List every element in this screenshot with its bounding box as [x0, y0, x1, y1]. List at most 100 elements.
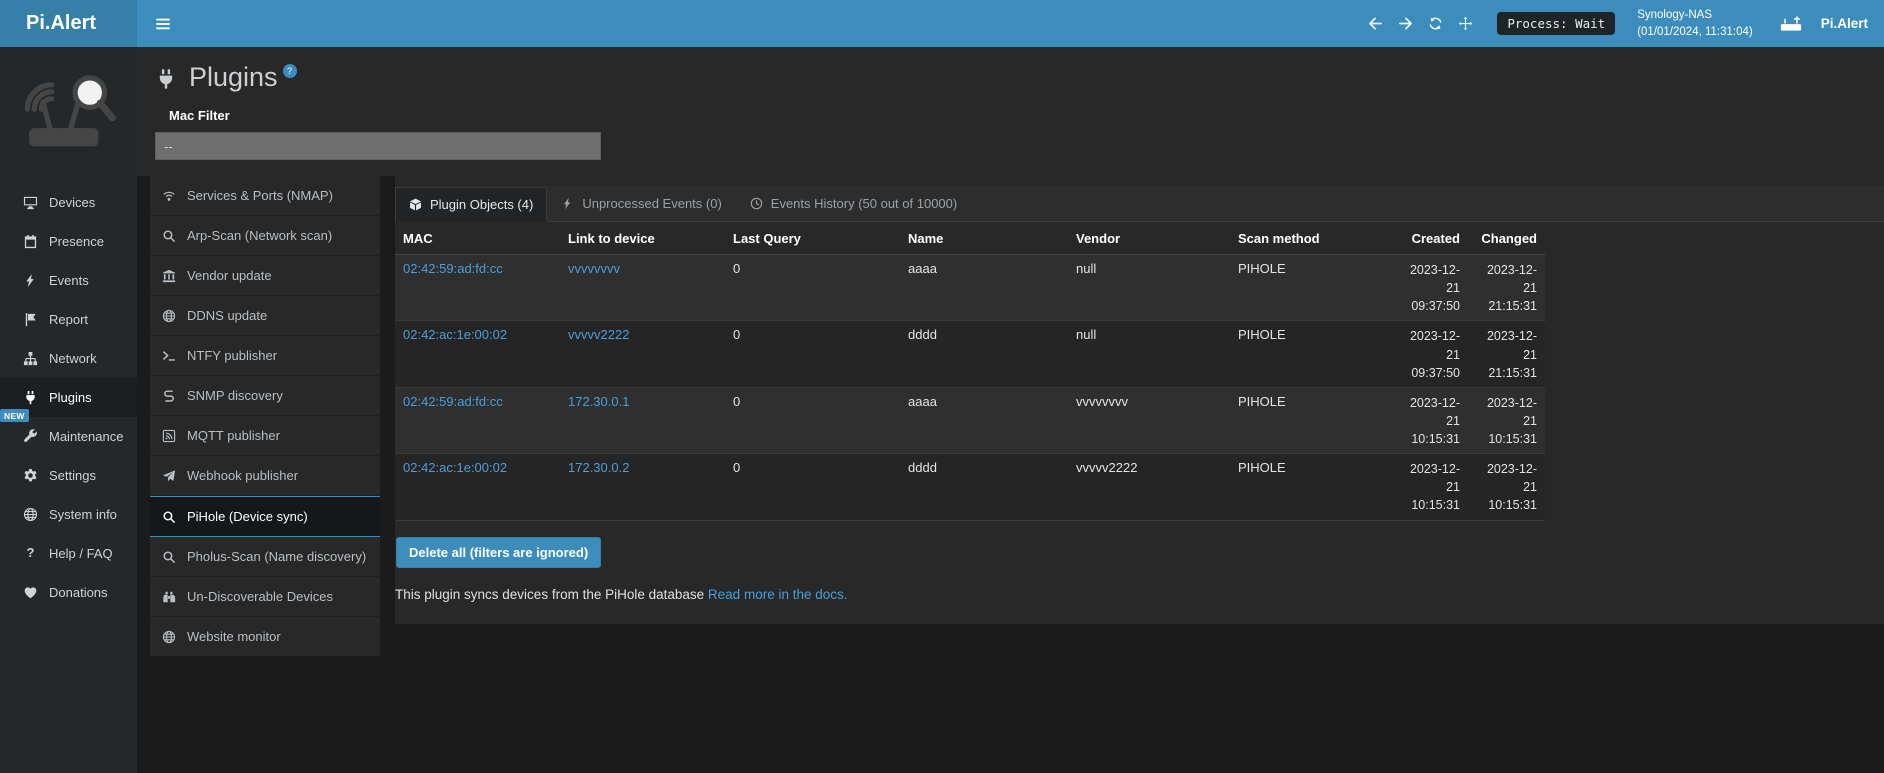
page-head: Plugins ? Mac Filter [137, 47, 1884, 176]
plugin-menu-item-label: Un-Discoverable Devices [187, 589, 333, 604]
changed-cell: 2023-12-21 21:15:31 [1468, 321, 1545, 387]
plugin-menu-item-label: MQTT publisher [187, 428, 280, 443]
globe-icon [162, 630, 176, 644]
sidebar-item-label: Help / FAQ [49, 546, 113, 561]
plugin-menu-item[interactable]: Pholus-Scan (Name discovery) [150, 537, 380, 577]
plugin-menu-item[interactable]: PiHole (Device sync) [150, 496, 380, 537]
name-cell: dddd [900, 321, 1068, 387]
sidebar-item[interactable]: Report [0, 300, 137, 339]
scan-method-cell: PIHOLE [1230, 321, 1391, 387]
router-icon [1779, 14, 1803, 33]
top-header: Pi.Alert Process: Wait Synology-NAS (01/… [0, 0, 1884, 47]
device-link[interactable]: 172.30.0.2 [568, 460, 629, 475]
question-icon: ? [23, 546, 38, 561]
brand-name: Pi.Alert [1821, 16, 1868, 31]
plugin-menu-item[interactable]: DDNS update [150, 296, 380, 336]
plugin-menu-item[interactable]: Arp-Scan (Network scan) [150, 216, 380, 256]
sidebar-item[interactable]: Devices [0, 183, 137, 222]
sidebar-menu: Devices Presence Events Report [0, 183, 137, 612]
plugin-menu-item[interactable]: Un-Discoverable Devices [150, 577, 380, 617]
scan-method-cell: PIHOLE [1230, 387, 1391, 453]
sidebar-item-label: Events [49, 273, 89, 288]
search-icon [162, 229, 176, 243]
search-icon [162, 510, 176, 524]
arrow-left-icon[interactable] [1368, 16, 1383, 31]
tab[interactable]: Plugin Objects (4) [395, 187, 547, 222]
radar-icon [162, 189, 176, 203]
plugin-menu-item[interactable]: SNMP discovery [150, 376, 380, 416]
sidebar-item-label: Settings [49, 468, 96, 483]
tab-label: Events History (50 out of 10000) [771, 196, 957, 211]
device-link[interactable]: 172.30.0.1 [568, 394, 629, 409]
plugin-menu-item[interactable]: Vendor update [150, 256, 380, 296]
mac-filter-label: Mac Filter [169, 108, 1864, 123]
mac-link[interactable]: 02:42:ac:1e:00:02 [403, 460, 507, 475]
plugin-detail-panel: Plugin Objects (4) Unprocessed Events (0… [395, 176, 1884, 624]
plugin-menu-item-label: PiHole (Device sync) [187, 509, 308, 524]
plugin-menu-item[interactable]: Services & Ports (NMAP) [150, 176, 380, 216]
docs-link[interactable]: Read more in the docs. [708, 587, 848, 602]
device-link[interactable]: vvvvvvvv [568, 261, 620, 276]
navbar-right: Process: Wait Synology-NAS (01/01/2024, … [1368, 7, 1884, 40]
globe-icon [162, 309, 176, 323]
mac-link[interactable]: 02:42:59:ad:fd:cc [403, 261, 503, 276]
sidebar-item[interactable]: System info [0, 495, 137, 534]
nas-timestamp: (01/01/2024, 11:31:04) [1637, 24, 1753, 41]
changed-cell: 2023-12-21 10:15:31 [1468, 387, 1545, 453]
plugin-menu-item-label: Website monitor [187, 629, 281, 644]
plugin-menu-item[interactable]: Webhook publisher [150, 456, 380, 496]
column-header-last-query: Last Query [725, 222, 900, 255]
vendor-cell: vvvvv2222 [1068, 454, 1230, 520]
device-link[interactable]: vvvvv2222 [568, 327, 629, 342]
navbar: Process: Wait Synology-NAS (01/01/2024, … [137, 0, 1884, 47]
created-cell: 2023-12-21 09:37:50 [1391, 255, 1468, 321]
sidebar-item[interactable]: Events [0, 261, 137, 300]
column-header-scan-method: Scan method [1230, 222, 1391, 255]
mac-link[interactable]: 02:42:59:ad:fd:cc [403, 394, 503, 409]
sidebar-item[interactable]: Network [0, 339, 137, 378]
main-content: Plugins ? Mac Filter Services & Ports (N… [137, 47, 1884, 773]
sidebar-item[interactable]: Maintenance NEW [0, 417, 137, 456]
binoculars-icon [162, 590, 176, 604]
vendor-cell: null [1068, 321, 1230, 387]
name-cell: aaaa [900, 387, 1068, 453]
plugin-menu-item-label: Vendor update [187, 268, 272, 283]
plugin-description: This plugin syncs devices from the PiHol… [395, 587, 1884, 602]
tab[interactable]: Unprocessed Events (0) [547, 186, 735, 221]
changed-cell: 2023-12-21 21:15:31 [1468, 255, 1545, 321]
mac-filter-input[interactable] [155, 132, 601, 160]
menu-icon[interactable] [154, 15, 172, 33]
created-cell: 2023-12-21 10:15:31 [1391, 387, 1468, 453]
help-badge[interactable]: ? [283, 64, 297, 78]
table-row: 02:42:ac:1e:00:02 vvvvv2222 0 dddd null … [395, 321, 1545, 387]
tab-bar: Plugin Objects (4) Unprocessed Events (0… [395, 186, 1884, 222]
arrow-right-icon[interactable] [1398, 16, 1413, 31]
nas-info: Synology-NAS (01/01/2024, 11:31:04) [1637, 7, 1753, 40]
plugin-menu-item[interactable]: MQTT publisher [150, 416, 380, 456]
delete-all-button[interactable]: Delete all (filters are ignored) [396, 537, 601, 568]
refresh-icon[interactable] [1428, 16, 1443, 31]
sidebar-item[interactable]: Presence [0, 222, 137, 261]
terminal-icon [162, 349, 176, 363]
page-title: Plugins ? [155, 62, 1864, 93]
vendor-cell: null [1068, 255, 1230, 321]
sidebar-item[interactable]: Settings [0, 456, 137, 495]
bolt-icon [561, 197, 574, 210]
scan-method-cell: PIHOLE [1230, 454, 1391, 520]
move-icon[interactable] [1458, 16, 1473, 31]
app-logo[interactable]: Pi.Alert [0, 0, 137, 47]
column-header-changed: Changed [1468, 222, 1545, 255]
content-columns: Services & Ports (NMAP) Arp-Scan (Networ… [137, 176, 1884, 657]
sidebar-item[interactable]: ? Help / FAQ [0, 534, 137, 573]
plugin-menu-item[interactable]: NTFY publisher [150, 336, 380, 376]
sidebar-item[interactable]: Donations [0, 573, 137, 612]
calendar-icon [23, 234, 38, 249]
sidebar-item-label: Maintenance [49, 429, 123, 444]
process-status-badge: Process: Wait [1497, 12, 1615, 35]
plugin-menu-item[interactable]: Website monitor [150, 617, 380, 657]
heart-icon [23, 585, 38, 600]
name-cell: dddd [900, 454, 1068, 520]
mac-link[interactable]: 02:42:ac:1e:00:02 [403, 327, 507, 342]
page-title-text: Plugins [189, 62, 278, 93]
tab[interactable]: Events History (50 out of 10000) [736, 186, 971, 221]
